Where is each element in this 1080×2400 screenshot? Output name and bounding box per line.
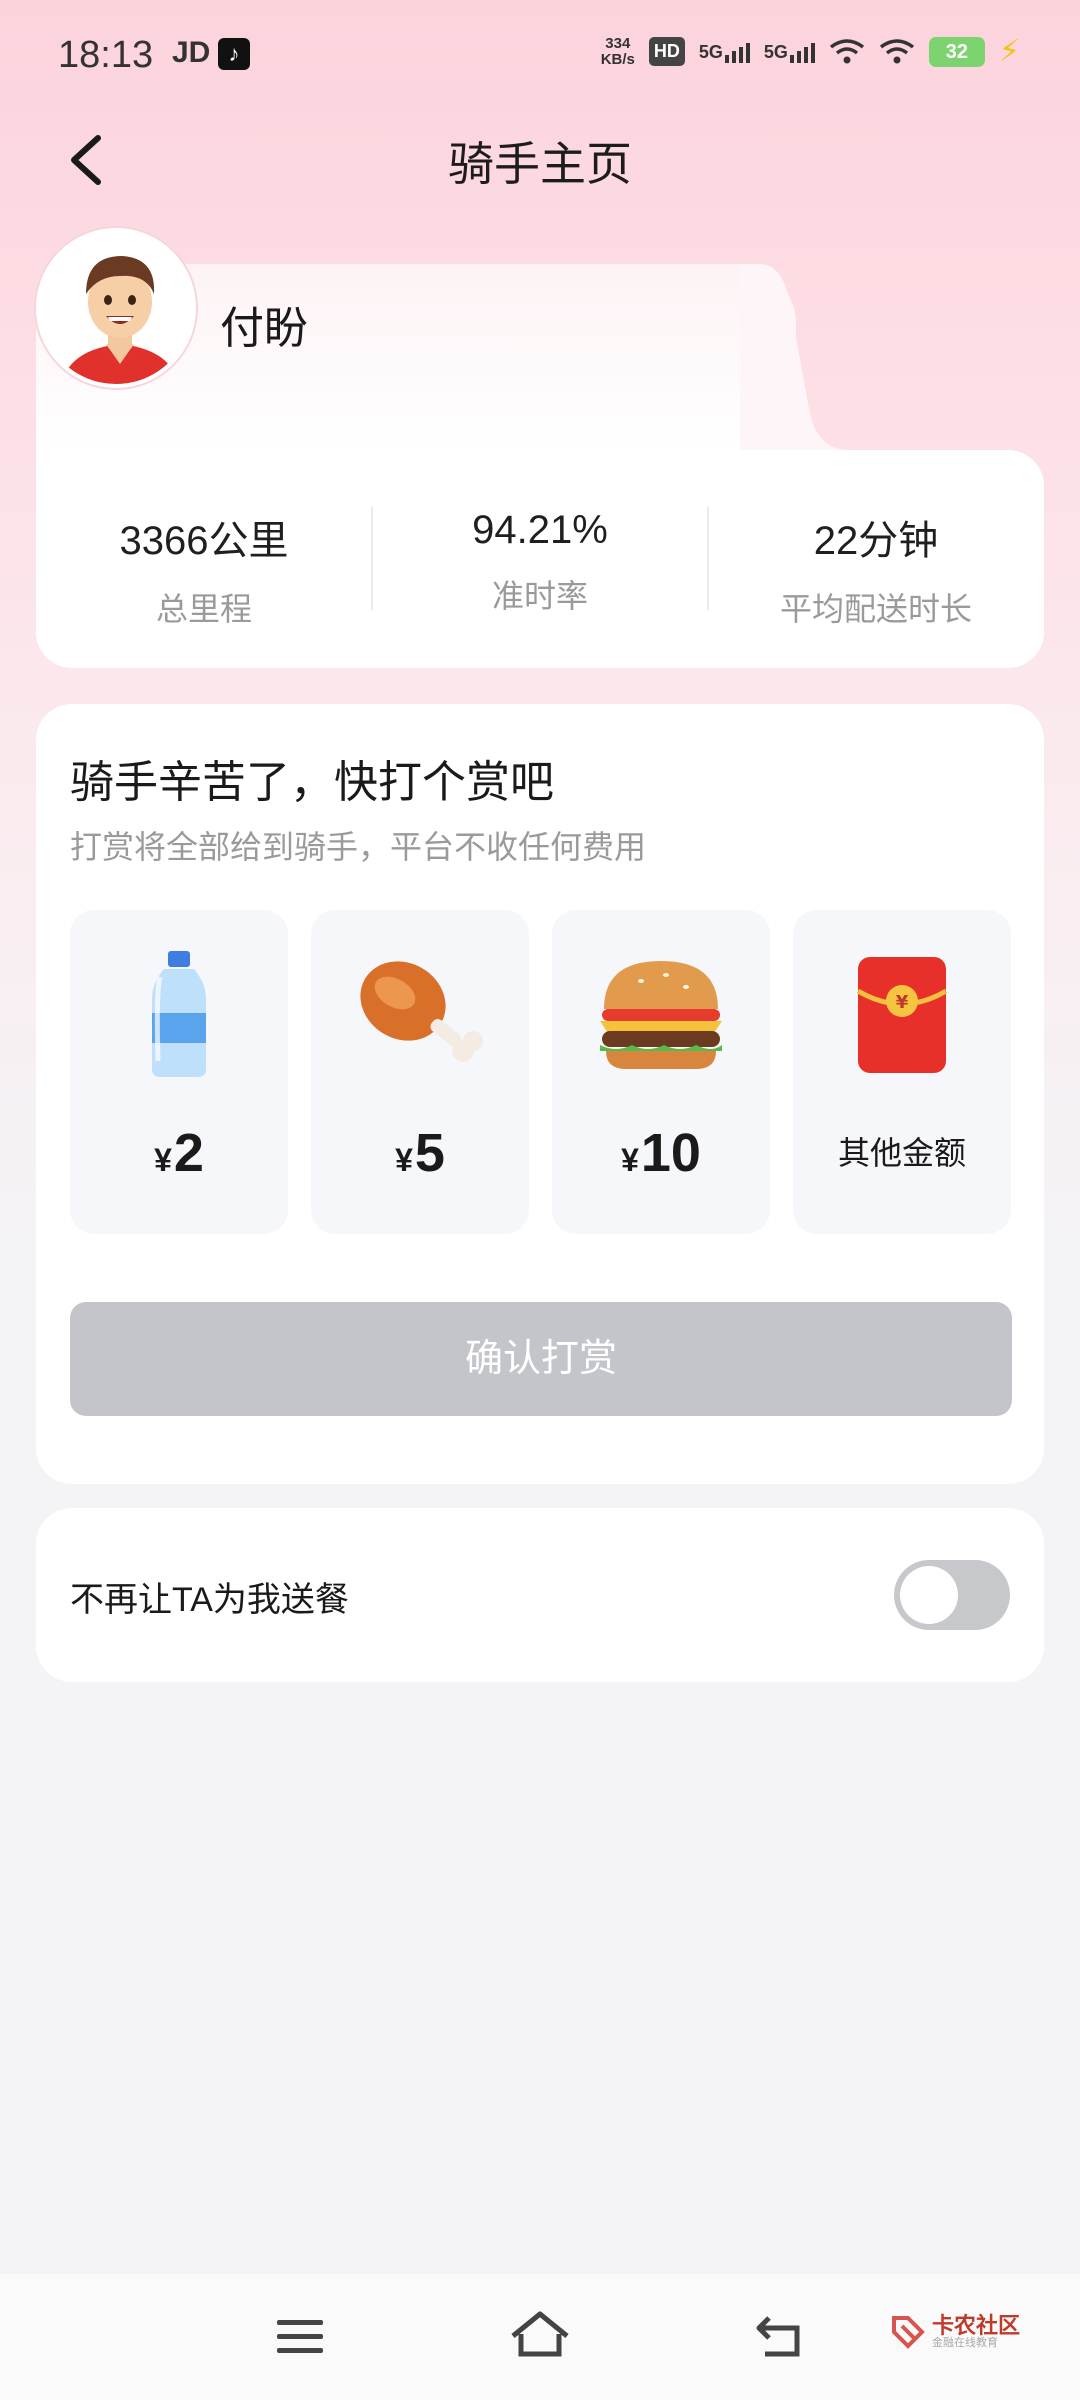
signal-icon-sim1: 5G (699, 41, 750, 63)
currency-symbol: ¥ (154, 1142, 172, 1178)
wifi-icon (879, 38, 914, 63)
tiktok-icon: ♪ (218, 38, 250, 70)
stat-value: 22分钟 (813, 519, 939, 563)
network-speed-unit: KB/s (600, 50, 635, 68)
currency-symbol: ¥ (395, 1142, 413, 1178)
chicken-leg-icon (360, 961, 483, 1062)
tip-card: 骑手辛苦了，快打个赏吧 打赏将全部给到骑手，平台不收任何费用 ¥2 ¥5 ¥10… (36, 704, 1044, 1484)
stat-label: 平均配送时长 (779, 591, 972, 627)
sim2-label: 5G (763, 41, 788, 62)
stat-value: 3366公里 (119, 519, 289, 563)
network-speed-value: 334 (605, 34, 631, 52)
network-speed: 334 KB/s (600, 34, 635, 68)
menu-icon[interactable] (265, 2304, 335, 2368)
rider-stats-card: 3366公里 总里程 94.21% 准时率 22分钟 平均配送时长 (36, 450, 1044, 668)
tip-option-5[interactable]: ¥5 (311, 910, 529, 1234)
watermark-subtitle: 金融在线教育 (931, 2337, 998, 2349)
tip-amount-value: 5 (414, 1123, 445, 1183)
tip-option-other-amount[interactable]: ¥ 其他金额 (793, 910, 1011, 1234)
jd-app-icon: JD (172, 36, 211, 69)
tip-amount: ¥2 (70, 1122, 288, 1184)
stat-label: 准时率 (491, 578, 588, 614)
profile-tab-curve (740, 264, 850, 454)
tip-subtitle: 打赏将全部给到骑手，平台不收任何费用 (70, 829, 647, 865)
burger-icon (600, 961, 722, 1069)
tip-amount: ¥5 (311, 1122, 529, 1184)
tip-amount-value: 10 (640, 1123, 701, 1183)
signal-icon-sim2: 5G (764, 41, 815, 63)
stat-total-distance: 3366公里 总里程 (36, 508, 372, 630)
rider-name: 付盼 (220, 304, 308, 353)
tip-option-2[interactable]: ¥2 (70, 910, 288, 1234)
svg-text:¥: ¥ (896, 992, 909, 1013)
home-icon[interactable] (505, 2304, 575, 2368)
watermark-title: 卡农社区 (931, 2313, 1020, 2338)
battery-icon: 32 (928, 36, 985, 67)
charging-icon: ⚡ (998, 35, 1020, 68)
sim1-label: 5G (698, 41, 723, 62)
watermark: 卡农社区 金融在线教育 (890, 2314, 1020, 2350)
status-bar: 18:13 JD ♪ 334 KB/s HD 5G 5G 32 ⚡ (0, 0, 1080, 110)
tip-option-10[interactable]: ¥10 (552, 910, 770, 1234)
block-rider-toggle[interactable] (894, 1560, 1010, 1630)
currency-symbol: ¥ (621, 1142, 639, 1178)
back-nav-icon[interactable] (745, 2304, 815, 2368)
status-indicators: 334 KB/s HD 5G 5G 32 ⚡ (601, 34, 1020, 69)
status-time: 18:13 (58, 34, 154, 76)
block-rider-card: 不再让TA为我送餐 (36, 1508, 1044, 1682)
rider-avatar (36, 228, 196, 388)
stat-avg-delivery-time: 22分钟 平均配送时长 (708, 508, 1044, 630)
hd-icon: HD (648, 37, 685, 66)
tip-amount-value: 2 (173, 1123, 204, 1183)
toggle-knob (900, 1566, 958, 1624)
red-envelope-icon: ¥ (856, 957, 948, 1073)
system-nav-bar: 卡农社区 金融在线教育 (0, 2274, 1080, 2400)
block-rider-label: 不再让TA为我送餐 (70, 1581, 349, 1619)
stat-value: 94.21% (472, 508, 608, 552)
watermark-logo-icon (891, 2316, 925, 2349)
confirm-tip-button[interactable]: 确认打赏 (70, 1302, 1012, 1416)
water-bottle-icon (152, 951, 206, 1077)
tip-amount: ¥10 (552, 1122, 770, 1184)
page-title: 骑手主页 (448, 138, 632, 190)
hotspot-icon (829, 38, 864, 63)
stat-label: 总里程 (155, 591, 252, 627)
tip-title: 骑手辛苦了，快打个赏吧 (70, 758, 554, 807)
stat-on-time-rate: 94.21% 准时率 (372, 508, 708, 617)
tip-other-label: 其他金额 (837, 1135, 966, 1171)
